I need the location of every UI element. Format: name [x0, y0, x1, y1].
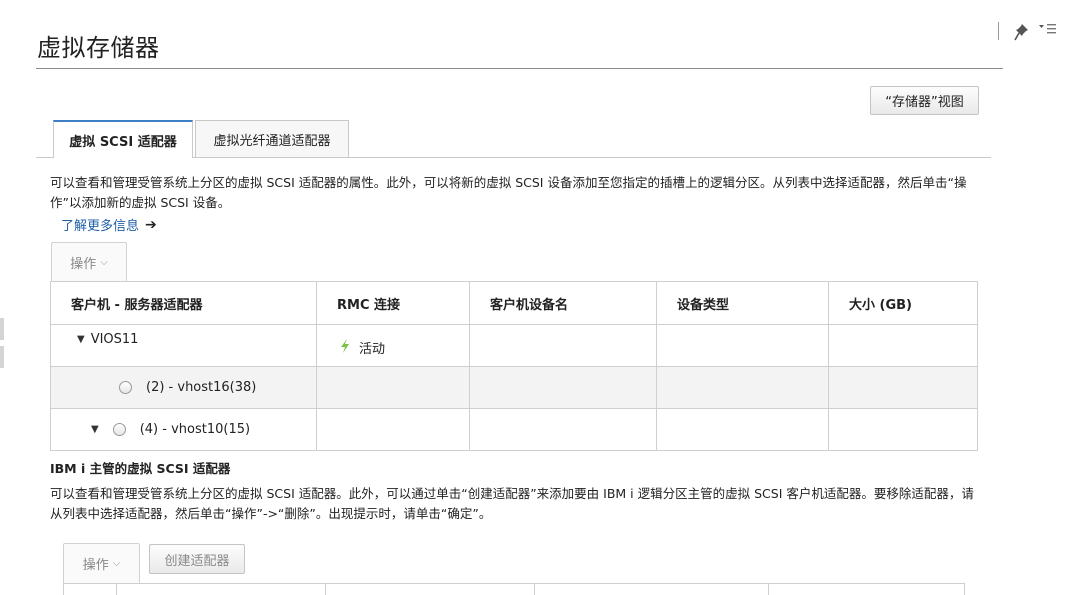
rmc-cell — [316, 408, 470, 451]
learn-more-link[interactable]: 了解更多信息 ➔ — [61, 215, 157, 235]
view-menu-icon[interactable] — [1038, 22, 1058, 38]
pin-icon[interactable] — [1014, 22, 1034, 42]
tab-virtual-scsi-adapters[interactable]: 虚拟 SCSI 适配器 — [53, 120, 193, 158]
table-column-divider — [325, 583, 326, 595]
row-radio-button[interactable] — [119, 381, 132, 394]
device-type-cell — [656, 324, 829, 367]
storage-view-button[interactable]: “存储器”视图 — [870, 86, 979, 115]
left-edge-marker — [0, 346, 4, 368]
tab-virtual-fibre-channel-adapters[interactable]: 虚拟光纤通道适配器 — [195, 120, 349, 158]
expand-caret-icon[interactable]: ▼ — [77, 334, 85, 345]
actions-menu-button[interactable]: 操作 ⌵ — [51, 242, 127, 281]
ibmi-adapter-table — [63, 583, 965, 595]
client-device-cell — [469, 324, 657, 367]
vios-name: VIOS11 — [90, 332, 139, 347]
rmc-status: 活动 — [359, 342, 386, 357]
table-header-row: 客户机 - 服务器适配器 RMC 连接 客户机设备名 设备类型 大小 (GB) — [50, 281, 978, 325]
size-cell — [828, 324, 978, 367]
left-edge-marker — [0, 318, 4, 340]
table-column-divider — [116, 583, 117, 595]
client-device-cell — [469, 408, 657, 451]
row-radio-button[interactable] — [112, 423, 126, 436]
create-adapter-button[interactable]: 创建适配器 — [149, 544, 245, 574]
table-column-divider — [534, 583, 535, 595]
adapter-table: 客户机 - 服务器适配器 RMC 连接 客户机设备名 设备类型 大小 (GB) … — [50, 281, 978, 451]
learn-more-label[interactable]: 了解更多信息 — [61, 215, 139, 234]
actions-label: 操作 — [82, 558, 109, 573]
table-row[interactable]: ▼ VIOS11 活动 — [50, 324, 978, 367]
actions-label: 操作 — [70, 256, 97, 272]
size-cell — [828, 408, 978, 451]
column-header-rmc-connection[interactable]: RMC 连接 — [316, 281, 470, 325]
chevron-down-icon: ⌵ — [112, 558, 121, 569]
client-device-cell — [469, 366, 657, 409]
column-header-client-server-adapter[interactable]: 客户机 - 服务器适配器 — [50, 281, 317, 325]
ibmi-section-title: IBM i 主管的虚拟 SCSI 适配器 — [50, 461, 231, 476]
toolbar-divider — [998, 22, 999, 40]
ibmi-actions-menu-button[interactable]: 操作 ⌵ — [63, 543, 140, 583]
device-type-cell — [656, 366, 829, 409]
table-column-divider — [768, 583, 769, 595]
adapter-name: (4) - vhost10(15) — [139, 422, 251, 437]
chevron-down-icon: ⌵ — [100, 256, 108, 268]
expand-caret-icon[interactable]: ▼ — [91, 424, 99, 435]
page-title: 虚拟存储器 — [37, 34, 160, 62]
adapter-name: (2) - vhost16(38) — [146, 380, 257, 395]
arrow-right-icon: ➔ — [145, 216, 157, 233]
column-header-device-type[interactable]: 设备类型 — [656, 281, 829, 325]
rmc-cell — [316, 366, 470, 409]
column-header-size[interactable]: 大小 (GB) — [828, 281, 978, 325]
size-cell — [828, 366, 978, 409]
lightning-icon — [339, 338, 351, 357]
ibmi-description: 可以查看和管理受管系统上分区的虚拟 SCSI 适配器。此外，可以通过单击“创建适… — [50, 486, 974, 521]
device-type-cell — [656, 408, 829, 451]
column-header-client-device-name[interactable]: 客户机设备名 — [469, 281, 657, 325]
title-divider — [36, 68, 1003, 69]
scsi-description: 可以查看和管理受管系统上分区的虚拟 SCSI 适配器的属性。此外，可以将新的虚拟… — [50, 175, 967, 210]
table-row[interactable]: (2) - vhost16(38) — [50, 366, 978, 409]
table-row[interactable]: ▼ (4) - vhost10(15) — [50, 408, 978, 451]
